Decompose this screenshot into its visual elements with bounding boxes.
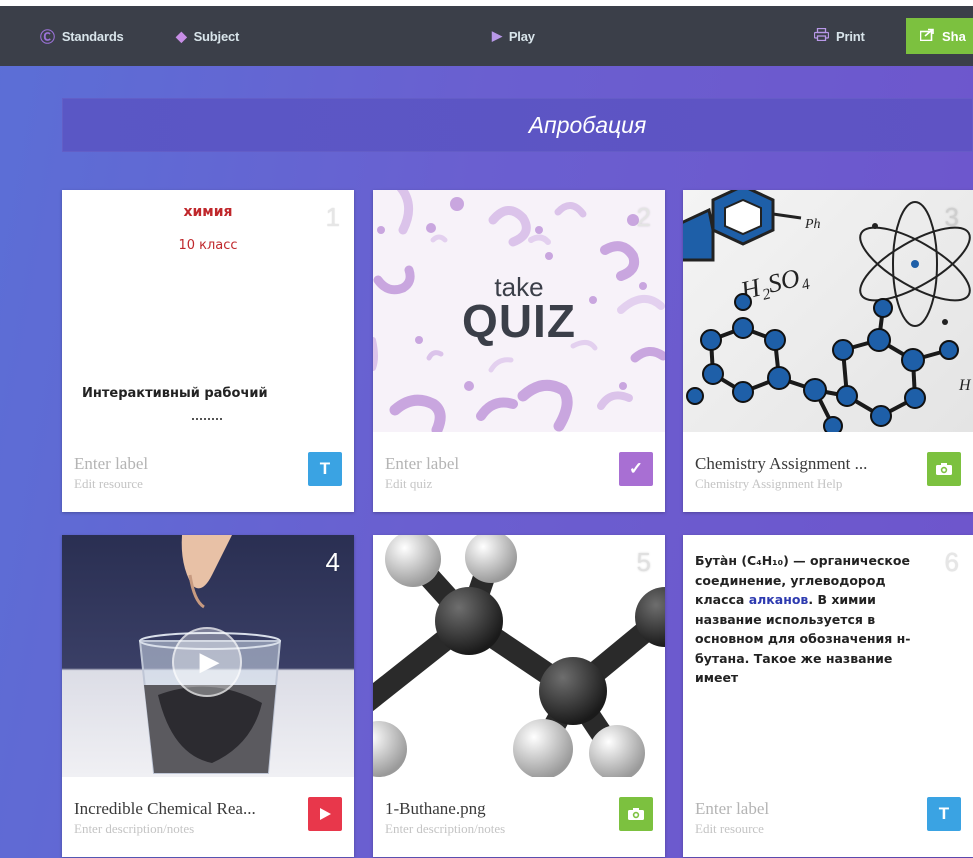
play-label: Play [508,28,535,44]
video-icon[interactable] [308,797,342,831]
card-6-text: Бута̀н (C₄H₁₀) — органическое соединение… [695,551,925,688]
card-1-footer: Enter label Edit resource T [62,432,354,512]
chemistry-illustration: Ph H₂SO₄ H [683,190,972,432]
svg-text:H: H [958,377,972,394]
card-3-footer: Chemistry Assignment ... Chemistry Assig… [683,432,973,512]
standards-button[interactable]: Ⓒ Standards [40,6,124,66]
card-1-truncation [192,418,222,420]
card-1-body: Интерактивный рабочий [82,386,268,401]
card-2-number: 2 [636,202,651,232]
video-play-icon[interactable]: ▶ [172,627,242,697]
card-2-footer: Enter label Edit quiz ✓ [373,432,665,512]
card-2-preview: take QUIZ 2 [373,190,665,432]
card-3-sub[interactable]: Chemistry Assignment Help [695,476,905,492]
card-5-sub[interactable]: Enter description/notes [385,821,595,837]
card-6-text-preview: Бута̀н (C₄H₁₀) — органическое соединение… [683,535,973,777]
top-toolbar: Ⓒ Standards ◆ Subject ▶ Play Print Sha [0,0,973,66]
card-5[interactable]: 5 1-Buthane.png Enter description/notes [373,535,665,857]
card-2-sub[interactable]: Edit quiz [385,476,595,492]
card-2-label[interactable]: Enter label [385,454,595,474]
card-5-image: 5 [373,535,665,777]
card-1-number: 1 [325,202,340,232]
print-button[interactable]: Print [813,6,865,66]
card-1-heading: химия [183,204,233,220]
card-4-footer: Incredible Chemical Rea... Enter descrip… [62,777,354,857]
card-1-label[interactable]: Enter label [74,454,284,474]
standards-icon: Ⓒ [40,28,55,46]
card-3-preview: Ph H₂SO₄ H 3 [683,190,973,432]
card-1-subheading: 10 класс [178,238,238,253]
card-6-link[interactable]: алканов [749,592,809,607]
standards-label: Standards [61,28,124,44]
card-4-number: 4 [325,547,340,577]
card-6-label[interactable]: Enter label [695,799,905,819]
card-3-label[interactable]: Chemistry Assignment ... [695,454,905,474]
phenyl-label: Ph [804,217,821,232]
card-6[interactable]: Бута̀н (C₄H₁₀) — органическое соединение… [683,535,973,857]
board-title-banner: Апробация [62,98,973,152]
card-3-number: 3 [944,202,959,232]
text-icon[interactable]: T [927,797,961,831]
print-label: Print [836,28,865,44]
camera-icon[interactable] [619,797,653,831]
share-label: Sha [942,28,966,44]
card-3[interactable]: Ph H₂SO₄ H 3 Chemistry Assignment ... Ch… [683,190,973,512]
printer-icon [813,27,830,44]
play-button[interactable]: ▶ Play [492,6,535,66]
card-1[interactable]: химия 10 класс Интерактивный рабочий 1 E… [62,190,354,512]
share-icon [919,28,935,44]
card-6-sub[interactable]: Edit resource [695,821,905,837]
card-4[interactable]: ▶ 4 Incredible Chemical Rea... Enter des… [62,535,354,857]
card-5-footer: 1-Buthane.png Enter description/notes [373,777,665,857]
board-title: Апробация [528,111,647,138]
card-5-label[interactable]: 1-Buthane.png [385,799,595,819]
quiz-text: QUIZ [462,295,576,347]
tag-icon: ◆ [176,27,187,44]
check-icon[interactable]: ✓ [619,452,653,486]
subject-label: Subject [193,28,240,44]
card-2[interactable]: take QUIZ 2 Enter label Edit quiz ✓ [373,190,665,512]
butane-molecule [373,535,665,777]
camera-icon[interactable] [927,452,961,486]
card-5-number: 5 [636,547,651,577]
card-6-number: 6 [944,547,959,577]
card-4-label[interactable]: Incredible Chemical Rea... [74,799,284,819]
card-1-preview: химия 10 класс Интерактивный рабочий 1 [62,190,354,432]
share-button[interactable]: Sha [906,18,973,54]
card-1-sub[interactable]: Edit resource [74,476,284,492]
card-4-sub[interactable]: Enter description/notes [74,821,284,837]
play-icon: ▶ [492,28,502,43]
text-icon[interactable]: T [308,452,342,486]
subject-button[interactable]: ◆ Subject [176,6,239,66]
card-6-footer: Enter label Edit resource T [683,777,973,857]
card-4-video-thumbnail[interactable]: ▶ 4 [62,535,354,777]
